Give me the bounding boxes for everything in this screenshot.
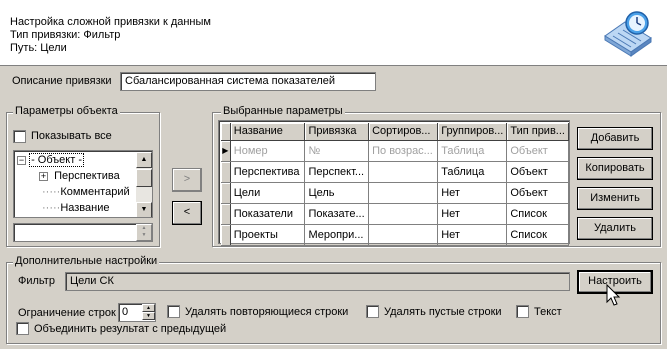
row-limit-value[interactable]: 0: [122, 306, 128, 318]
additional-settings-title: Дополнительные настройки: [13, 255, 160, 267]
dialog-title: Настройка сложной привязки к данным: [10, 16, 211, 28]
column-header[interactable]: Привязка: [304, 123, 370, 141]
move-right-button[interactable]: >: [172, 168, 202, 192]
column-header[interactable]: Тип прив...: [506, 123, 569, 141]
remove-empty-label: Удалять пустые строки: [384, 306, 502, 318]
table-cell[interactable]: Номер: [230, 140, 306, 162]
move-left-button[interactable]: <: [172, 201, 202, 225]
calendar-clock-icon: [604, 11, 652, 57]
table-cell[interactable]: [368, 203, 439, 225]
tree-item-label: Перспектива: [54, 170, 120, 182]
table-cell[interactable]: Цели: [230, 182, 306, 204]
row-limit-label: Ограничение строк: [18, 307, 116, 319]
table-header-row: Название Привязка Сортиров... Группиров.…: [221, 123, 569, 141]
remove-empty-checkbox[interactable]: [366, 305, 379, 318]
collapse-icon[interactable]: −: [17, 155, 26, 165]
scroll-up-icon[interactable]: ▲: [136, 152, 152, 168]
scroll-thumb[interactable]: [136, 169, 152, 187]
table-cell[interactable]: [368, 182, 439, 204]
table-cell[interactable]: По возрас...: [368, 140, 439, 162]
tree-scrollbar[interactable]: ▲ ▼: [136, 152, 152, 217]
tree-item-object[interactable]: − - Объект -: [17, 152, 84, 168]
expand-icon[interactable]: +: [39, 171, 48, 181]
table-cell[interactable]: Объект: [506, 161, 569, 183]
spin-up-icon[interactable]: ▲: [142, 304, 155, 312]
copy-button[interactable]: Копировать: [577, 157, 653, 180]
tree-item-perspective[interactable]: + Перспектива: [39, 168, 120, 184]
object-params-title: Параметры объекта: [13, 105, 120, 117]
table-cell[interactable]: Таблица: [437, 140, 508, 162]
table-cell[interactable]: Перспектива: [230, 161, 306, 183]
scroll-down-icon[interactable]: ▼: [136, 202, 152, 217]
edit-button[interactable]: Изменить: [577, 187, 653, 210]
merge-result-label: Объединить результат с предыдущей: [34, 323, 227, 335]
add-button[interactable]: Добавить: [577, 127, 653, 150]
table-cell[interactable]: Нет: [437, 203, 508, 225]
show-all-label: Показывать все: [31, 130, 112, 142]
tree-item-label: Название: [60, 202, 110, 214]
column-header[interactable]: Название: [230, 123, 306, 141]
binding-description-input[interactable]: Сбалансированная система показателей: [120, 72, 376, 91]
table-cell[interactable]: Цель: [304, 182, 370, 204]
table-cell[interactable]: Нет: [437, 182, 508, 204]
table-row[interactable]: Цели Цель Нет Объект: [221, 182, 569, 204]
selected-params-title: Выбранные параметры: [221, 105, 345, 117]
lookup-spin-icon[interactable]: ▲ ▼: [136, 224, 152, 241]
table-row[interactable]: Перспектива Перспект... Таблица Объект: [221, 161, 569, 183]
remove-duplicates-checkbox[interactable]: [167, 305, 180, 318]
row-limit-spinner[interactable]: 0 ▲ ▼: [118, 303, 156, 322]
column-header[interactable]: Группиров...: [437, 123, 508, 141]
table-cell[interactable]: Объект: [506, 140, 569, 162]
dialog-header: Настройка сложной привязки к данным Тип …: [0, 0, 667, 66]
table-cell[interactable]: [368, 161, 439, 183]
merge-result-checkbox[interactable]: [16, 322, 29, 335]
table-cell[interactable]: Таблица: [437, 161, 508, 183]
table-row-new[interactable]: ▶ Номер № По возрас... Таблица Объект: [221, 140, 569, 162]
params-table[interactable]: Название Привязка Сортиров... Группиров.…: [221, 123, 569, 246]
delete-button[interactable]: Удалить: [577, 217, 653, 240]
table-cell[interactable]: Меропри...: [304, 224, 370, 246]
spin-down-icon[interactable]: ▼: [142, 312, 155, 320]
row-indicator-icon: ▶: [221, 140, 231, 162]
table-cell[interactable]: [368, 224, 439, 246]
selected-params-grid[interactable]: Название Привязка Сортиров... Группиров.…: [218, 120, 570, 246]
table-cell[interactable]: Список: [506, 224, 569, 246]
table-row[interactable]: Показатели Показате... Нет Список: [221, 203, 569, 225]
table-row[interactable]: Проекты Меропри... Нет Список: [221, 224, 569, 246]
table-cell[interactable]: Проекты: [230, 224, 306, 246]
object-tree[interactable]: − - Объект - + Перспектива ·····Коммента…: [13, 150, 153, 218]
table-cell[interactable]: Показате...: [304, 203, 370, 225]
table-cell[interactable]: Нет: [437, 224, 508, 246]
text-checkbox[interactable]: [516, 305, 529, 318]
tree-item-comment[interactable]: ·····Комментарий: [42, 184, 130, 200]
tree-item-name[interactable]: ·····Название: [42, 200, 109, 216]
column-header[interactable]: Сортиров...: [368, 123, 439, 141]
table-cell[interactable]: Перспект...: [304, 161, 370, 183]
text-label: Текст: [534, 306, 562, 318]
show-all-checkbox[interactable]: [13, 130, 26, 143]
binding-description-label: Описание привязки: [12, 75, 112, 87]
tree-item-label: Комментарий: [60, 186, 130, 198]
mouse-pointer-icon: [606, 284, 621, 306]
object-lookup-input[interactable]: [13, 223, 153, 242]
binding-type-label: Тип привязки: Фильтр: [10, 29, 121, 41]
filter-field: Цели СК: [65, 272, 570, 291]
path-label: Путь: Цели: [10, 42, 67, 54]
filter-label: Фильтр: [18, 275, 55, 287]
remove-duplicates-label: Удалять повторяющиеся строки: [185, 306, 349, 318]
table-cell[interactable]: Объект: [506, 182, 569, 204]
tree-item-label: Объект: [37, 154, 76, 166]
table-cell[interactable]: №: [304, 140, 370, 162]
table-cell[interactable]: Показатели: [230, 203, 306, 225]
table-cell[interactable]: Список: [506, 203, 569, 225]
